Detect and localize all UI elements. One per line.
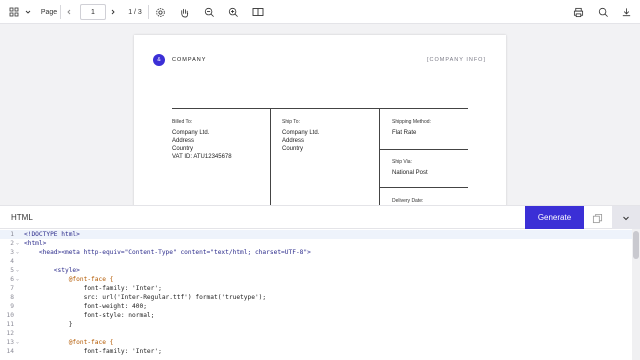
code-text: src: url('Inter-Regular.ttf') format('tr… <box>24 294 267 301</box>
code-line: 7 font-family: 'Inter'; <box>0 284 632 293</box>
code-line: 10 font-style: normal; <box>0 311 632 320</box>
line-number: 11 <box>6 321 14 328</box>
code-scrollbar[interactable] <box>632 229 640 360</box>
editor-header: HTML Generate <box>0 205 640 229</box>
code-text: @font-face { <box>24 339 114 346</box>
code-line: 4 <box>0 257 632 266</box>
fold-icon[interactable]: ⌄ <box>16 248 19 257</box>
line-number: 2 <box>10 240 14 247</box>
code-line: 13 ⌄ @font-face { <box>0 338 632 347</box>
company-name: COMPANY <box>172 57 207 63</box>
code-line: 11 } <box>0 320 632 329</box>
line-number: 5 <box>10 267 14 274</box>
billed-to-label: Billed To: <box>172 119 193 125</box>
code-text: font-style: normal; <box>24 312 155 319</box>
table-top-border <box>172 108 468 109</box>
code-text: <!DOCTYPE html> <box>24 231 80 238</box>
page-label: Page <box>40 8 58 16</box>
line-number: 1 <box>10 231 14 238</box>
editor-title: HTML <box>11 213 33 222</box>
delivery-date-label: Delivery Date: <box>392 198 424 204</box>
code-line: 12 <box>0 329 632 338</box>
page-count: 1 / 3 <box>128 8 142 16</box>
sidebar-toggle-icon[interactable] <box>6 4 22 20</box>
shipping-method-value: Flat Rate <box>392 130 417 136</box>
ship-to-label: Ship To: <box>282 119 300 125</box>
line-number: 4 <box>10 258 14 265</box>
gear-icon[interactable] <box>152 4 168 20</box>
toolbar-divider <box>148 5 149 19</box>
ship-to-line: Address <box>282 138 305 144</box>
chevron-left-icon[interactable] <box>64 4 74 20</box>
line-number: 8 <box>10 294 14 301</box>
code-text: @font-face { <box>24 276 114 283</box>
ship-via-value: National Post <box>392 170 428 176</box>
generate-button[interactable]: Generate <box>525 206 584 229</box>
billed-to-line: VAT ID: ATU12345678 <box>172 154 232 160</box>
document-viewer[interactable]: & COMPANY [COMPANY INFO] Billed To: Comp… <box>0 24 640 205</box>
ship-via-label: Ship Via: <box>392 159 412 165</box>
billed-to-line: Company Ltd. <box>172 130 210 136</box>
chevron-down-icon[interactable] <box>612 206 640 229</box>
code-line: 6 ⌄ @font-face { <box>0 275 632 284</box>
column-divider <box>270 108 271 205</box>
fold-icon[interactable]: ⌄ <box>16 338 19 347</box>
company-info: [COMPANY INFO] <box>426 57 486 63</box>
code-editor[interactable]: 1 <!DOCTYPE html> 2 ⌄ <html> 3 ⌄ <head><meta… <box>0 229 640 360</box>
code-line: 3 ⌄ <head><meta http-equiv="Content-Type"… <box>0 248 632 257</box>
ship-to-line: Country <box>282 146 304 152</box>
code-line: 1 <!DOCTYPE html> <box>0 230 632 239</box>
copy-icon[interactable] <box>586 209 608 227</box>
chevron-down-icon[interactable] <box>23 4 33 20</box>
fold-icon[interactable]: ⌄ <box>16 239 19 248</box>
download-icon[interactable] <box>618 4 634 20</box>
code-line: 5 ⌄ <style> <box>0 266 632 275</box>
row-divider <box>379 149 468 150</box>
code-line: 9 font-weight: 400; <box>0 302 632 311</box>
line-number: 6 <box>10 276 14 283</box>
code-text: <head><meta http-equiv="Content-Type" co… <box>24 249 311 256</box>
code-line: 2 ⌄ <html> <box>0 239 632 248</box>
code-text: font-weight: 400; <box>24 303 147 310</box>
fold-icon[interactable]: ⌄ <box>16 266 19 275</box>
document-page: & COMPANY [COMPANY INFO] Billed To: Comp… <box>134 35 506 205</box>
billed-to-line: Address <box>172 138 195 144</box>
hand-tool-icon[interactable] <box>176 4 192 20</box>
code-text: font-family: 'Inter'; <box>24 285 162 292</box>
code-line: 14 font-family: 'Inter'; <box>0 347 632 356</box>
page-number-input[interactable]: 1 <box>80 4 106 20</box>
code-text: <html> <box>24 240 47 247</box>
line-number: 14 <box>6 348 14 355</box>
line-number: 9 <box>10 303 14 310</box>
line-number: 13 <box>6 339 14 346</box>
search-icon[interactable] <box>595 4 611 20</box>
row-divider <box>379 187 468 188</box>
print-icon[interactable] <box>570 4 586 20</box>
zoom-out-icon[interactable] <box>201 4 217 20</box>
line-number: 3 <box>10 249 14 256</box>
line-number: 10 <box>6 312 14 319</box>
code-text: font-family: 'Inter'; <box>24 348 162 355</box>
shipping-method-label: Shipping Method: <box>392 119 431 125</box>
billed-to-line: Country <box>172 146 194 152</box>
code-text: <style> <box>24 267 80 274</box>
code-text: } <box>24 321 73 328</box>
column-divider <box>379 108 380 205</box>
spread-view-icon[interactable] <box>250 4 266 20</box>
scrollbar-thumb[interactable] <box>633 231 639 259</box>
fold-icon[interactable]: ⌄ <box>16 275 19 284</box>
chevron-right-icon[interactable] <box>108 4 118 20</box>
ship-to-line: Company Ltd. <box>282 130 320 136</box>
zoom-in-icon[interactable] <box>225 4 241 20</box>
line-number: 12 <box>6 330 14 337</box>
toolbar-divider <box>60 5 61 19</box>
viewer-toolbar: Page 1 1 / 3 <box>0 0 640 24</box>
line-number: 7 <box>10 285 14 292</box>
code-line: 8 src: url('Inter-Regular.ttf') format('… <box>0 293 632 302</box>
company-logo: & <box>153 54 165 66</box>
